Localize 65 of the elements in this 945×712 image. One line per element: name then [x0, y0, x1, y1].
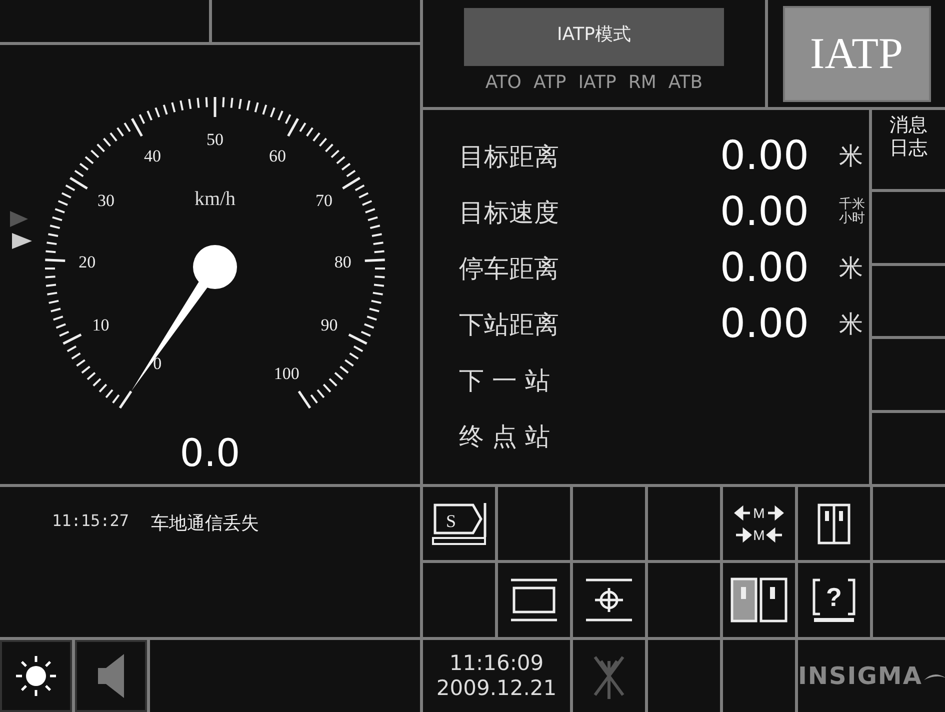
info-label: 终 点 站 — [459, 420, 551, 452]
logo-text: INSIGMA — [798, 662, 922, 690]
unit-label: km/h — [194, 188, 236, 210]
scale-label: 80 — [334, 252, 352, 272]
grid-button[interactable] — [798, 487, 870, 560]
scale-label: 50 — [206, 130, 224, 149]
crosshair-icon — [584, 577, 634, 623]
marker-icon — [10, 210, 32, 249]
scale-label: 10 — [92, 316, 110, 335]
scale-label: 40 — [144, 146, 162, 166]
frame-icon — [509, 577, 559, 623]
info-value: 0.00 — [718, 245, 809, 291]
scale-label: 30 — [97, 190, 114, 210]
volume-button[interactable] — [75, 640, 147, 712]
empty-key[interactable] — [872, 192, 945, 263]
grid-button[interactable] — [573, 563, 645, 637]
info-value: 0.00 — [718, 301, 809, 347]
scale-label: 90 — [320, 316, 338, 335]
mode-label: RM — [628, 72, 656, 93]
grid-button[interactable]: S — [423, 487, 495, 560]
info-value: 0.00 — [718, 189, 809, 235]
info-unit: 米 — [839, 142, 864, 170]
scale-label: 0 — [153, 354, 162, 374]
grid-button[interactable]: M M — [723, 487, 795, 560]
info-unit: 千米小时 — [839, 198, 866, 226]
sun-icon — [15, 655, 57, 698]
door-icon — [817, 502, 851, 544]
info-label: 下 一 站 — [459, 364, 551, 396]
empty-key[interactable] — [212, 0, 420, 42]
scale-label: 70 — [316, 190, 333, 210]
info-label: 下站距离 — [459, 308, 560, 340]
scale-label: 60 — [268, 146, 286, 166]
info-unit: 米 — [839, 310, 864, 338]
empty-key[interactable] — [0, 0, 208, 42]
coupling-letter: M — [753, 526, 765, 542]
grid-button[interactable]: ? — [798, 563, 870, 637]
message-text: 车地通信丢失 — [151, 512, 260, 536]
current-mode: IATP — [782, 6, 930, 102]
info-label: 目标速度 — [459, 196, 560, 228]
scale-label: 20 — [78, 252, 96, 272]
empty-key[interactable] — [872, 266, 945, 336]
info-value: 0.00 — [718, 133, 809, 179]
grid-button[interactable] — [498, 563, 570, 637]
clock-date: 2009.12.21 — [436, 676, 557, 702]
scale-label: 100 — [274, 364, 300, 384]
speaker-icon — [96, 652, 126, 700]
message-time: 11:15:27 — [52, 511, 130, 530]
sign-letter: S — [446, 510, 456, 530]
clock-time: 11:16:09 — [449, 650, 544, 676]
mode-button[interactable]: IATP模式 — [464, 8, 724, 66]
brightness-button[interactable] — [0, 640, 72, 712]
grid-button[interactable] — [723, 563, 795, 637]
empty-key[interactable] — [872, 339, 945, 410]
mode-label: ATP — [533, 72, 566, 93]
question-mark: ? — [826, 582, 842, 612]
mode-label: ATO — [485, 72, 522, 93]
info-label: 目标距离 — [459, 140, 560, 172]
speed-reading: 0.0 — [180, 430, 240, 475]
coupling-letter: M — [753, 504, 765, 520]
mode-label: ATB — [668, 72, 703, 93]
mode-label: IATP — [578, 72, 616, 93]
info-unit: 米 — [839, 254, 864, 282]
door-icon — [730, 577, 788, 623]
info-label: 停车距离 — [459, 252, 560, 284]
message-log-button[interactable]: 消息日志 — [872, 110, 945, 189]
